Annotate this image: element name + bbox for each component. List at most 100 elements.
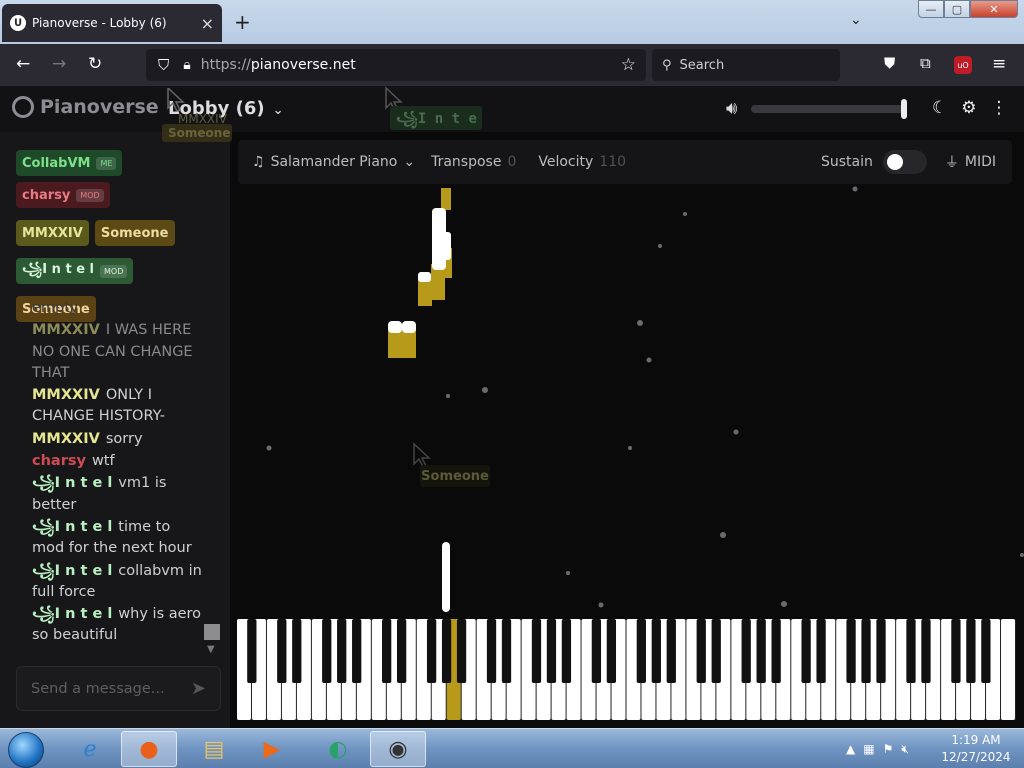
black-key[interactable] <box>561 619 572 683</box>
black-key[interactable] <box>696 619 706 683</box>
search-input[interactable]: ⚲ Search <box>652 49 840 81</box>
url-bar[interactable]: ⛉ 🔒︎ https://pianoverse.net ☆ <box>146 49 646 81</box>
user-badge[interactable]: charsy MOD <box>16 182 110 208</box>
black-key[interactable] <box>546 619 557 683</box>
white-key[interactable] <box>1001 619 1015 720</box>
chat-author[interactable]: ꧁I n t e l <box>32 563 112 579</box>
maximize-button[interactable]: ▢ <box>944 0 970 18</box>
minimize-button[interactable]: — <box>918 0 944 18</box>
volume-icon[interactable]: 🔊︎ <box>726 98 737 119</box>
sustain-toggle[interactable] <box>882 150 927 174</box>
media-player-icon[interactable]: ▶ <box>244 731 300 767</box>
back-arrow-icon[interactable]: ← <box>16 54 30 74</box>
black-key[interactable] <box>711 619 721 683</box>
volume-muted-icon[interactable]: 🔇︎ <box>901 742 909 757</box>
chat-input[interactable]: Send a message... ➤ <box>16 666 221 711</box>
black-key[interactable] <box>981 619 991 683</box>
new-tab-button[interactable]: + <box>234 10 251 34</box>
black-key[interactable] <box>531 619 542 683</box>
scroll-down-icon[interactable]: ▼ <box>207 644 215 655</box>
start-button[interactable] <box>8 732 44 768</box>
black-key[interactable] <box>247 619 257 683</box>
black-key[interactable] <box>501 619 512 683</box>
chat-author[interactable]: MMXXIV <box>32 322 100 338</box>
black-key[interactable] <box>426 619 437 683</box>
transpose-control[interactable]: Transpose 0 <box>431 154 516 170</box>
flag-icon[interactable]: ⚑ <box>883 742 894 756</box>
chat-author[interactable]: ꧁I n t e l <box>32 519 112 535</box>
volume-slider-knob[interactable] <box>901 98 908 119</box>
black-key[interactable] <box>861 619 871 683</box>
black-key[interactable] <box>876 619 886 683</box>
list-tabs-chevron-icon[interactable]: ⌄ <box>850 12 862 28</box>
midi-button[interactable]: ⏚ MIDI <box>945 152 996 172</box>
black-key[interactable] <box>352 619 362 683</box>
bookmark-star-icon[interactable]: ☆ <box>621 55 636 75</box>
reload-icon[interactable]: ↻ <box>88 54 102 74</box>
firefox-icon[interactable]: ● <box>121 731 177 767</box>
black-key[interactable] <box>396 619 407 683</box>
app-icon[interactable]: ◉ <box>370 731 426 767</box>
black-key[interactable] <box>337 619 347 683</box>
show-hidden-icons-icon[interactable]: ▲ <box>846 742 855 756</box>
black-key[interactable] <box>906 619 916 683</box>
close-tab-icon[interactable]: × <box>201 14 214 33</box>
black-key[interactable] <box>741 619 751 683</box>
chat-author[interactable]: MMXXIV <box>32 431 100 447</box>
ublock-icon[interactable]: uO <box>954 56 972 74</box>
velocity-control[interactable]: Velocity 110 <box>538 154 626 170</box>
black-key[interactable] <box>441 619 452 683</box>
black-key[interactable] <box>382 619 392 683</box>
black-key[interactable] <box>771 619 781 683</box>
network-icon[interactable]: ▦ <box>863 742 874 756</box>
chat-scrollbar-thumb[interactable] <box>204 624 220 640</box>
black-key[interactable] <box>666 619 676 683</box>
lock-icon[interactable]: 🔒︎ <box>183 57 190 73</box>
clock[interactable]: 1:19 AM 12/27/2024 <box>940 732 1012 766</box>
browser-tab[interactable]: ᑌ Pianoverse - Lobby (6) × <box>2 4 222 42</box>
more-vertical-icon[interactable]: ⋮ <box>991 98 1008 118</box>
user-badge[interactable]: ꧁I n t e l MOD <box>16 258 134 284</box>
black-key[interactable] <box>921 619 931 683</box>
black-key[interactable] <box>816 619 826 683</box>
chat-author[interactable]: MMXXIV <box>32 387 100 403</box>
forward-arrow-icon[interactable]: → <box>52 54 66 74</box>
chat-author[interactable]: ꧁I n t e l <box>32 606 112 622</box>
black-key[interactable] <box>591 619 602 683</box>
send-icon[interactable]: ➤ <box>191 678 206 699</box>
tracking-shield-icon[interactable]: ⛉ <box>158 56 169 74</box>
black-key[interactable] <box>486 619 497 683</box>
extensions-icon[interactable]: ⧉ <box>920 54 931 72</box>
black-key[interactable] <box>277 619 287 683</box>
browser-icon[interactable]: ◐ <box>310 731 366 767</box>
dark-mode-moon-icon[interactable]: ☾ <box>932 98 947 118</box>
chat-author[interactable]: ꧁I n t e l <box>32 475 112 491</box>
explorer-icon[interactable]: ▤ <box>186 731 242 767</box>
chat-author[interactable]: charsy <box>32 453 86 469</box>
pocket-icon[interactable]: ⛊ <box>884 54 895 72</box>
user-badge[interactable]: Someone <box>94 220 175 246</box>
hamburger-menu-icon[interactable]: ≡ <box>992 54 1006 74</box>
black-key[interactable] <box>756 619 766 683</box>
ie-icon[interactable]: ℯ <box>62 731 118 767</box>
black-key[interactable] <box>801 619 811 683</box>
piano-keyboard[interactable] <box>237 619 1016 720</box>
user-badge[interactable]: CollabVM ME <box>16 150 123 176</box>
black-key[interactable] <box>846 619 856 683</box>
black-key[interactable] <box>606 619 617 683</box>
settings-gear-icon[interactable]: ⚙ <box>961 98 976 118</box>
instrument-selector[interactable]: ♫ Salamander Piano ⌄ <box>252 154 415 170</box>
room-selector[interactable]: Lobby (6) ⌄ <box>168 98 284 119</box>
black-key[interactable] <box>636 619 646 683</box>
close-window-button[interactable]: ✕ <box>970 0 1018 18</box>
black-key[interactable] <box>322 619 332 683</box>
black-key[interactable] <box>651 619 661 683</box>
black-key[interactable] <box>966 619 976 683</box>
user-badge[interactable]: MMXXIV <box>16 220 89 246</box>
app-logo[interactable]: Pianoverse <box>12 96 159 118</box>
volume-slider[interactable] <box>751 98 908 119</box>
black-key[interactable] <box>292 619 302 683</box>
black-key[interactable] <box>456 619 467 683</box>
cursor-label: Someone <box>421 469 489 484</box>
black-key[interactable] <box>951 619 961 683</box>
